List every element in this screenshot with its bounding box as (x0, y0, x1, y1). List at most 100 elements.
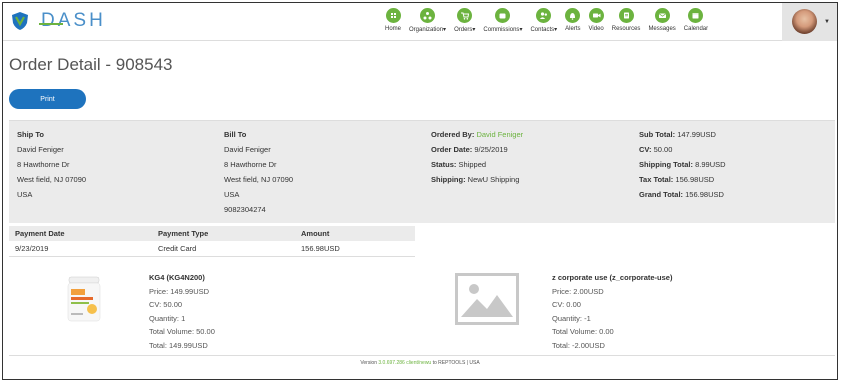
nav-label: Alerts (565, 26, 580, 32)
payment-amount-cell: 156.98USD (295, 241, 415, 257)
user-menu[interactable]: ▼ (782, 3, 837, 41)
ordered-by-label: Ordered By: (431, 130, 475, 139)
nav-label-text: Alerts (565, 26, 581, 32)
brand-accent-stroke (39, 23, 63, 25)
sub-total-label: Sub Total: (639, 130, 676, 139)
shipping-value: NewU Shipping (467, 175, 520, 184)
nav-item-commissions[interactable]: Commissions▾ (483, 8, 522, 38)
tax-total-value: 156.98USD (675, 175, 715, 184)
nav-item-contacts[interactable]: Contacts▾ (530, 8, 557, 38)
product-total-volume: Total Volume: 50.00 (149, 327, 215, 336)
order-date-label: Order Date: (431, 145, 473, 154)
nav-label: Resources (612, 26, 641, 32)
main-nav: Home Organization▾ Orders▾ Commissions▾ Cont… (381, 8, 712, 38)
ordered-by-link[interactable]: David Feniger (476, 130, 523, 139)
bill-to-line: David Feniger (224, 145, 271, 154)
nav-item-resources[interactable]: Resources (612, 8, 641, 38)
app-window: DASH Home Organization▾ Orders▾ Commissions… (2, 2, 838, 380)
bill-to-section: Bill To David Feniger 8 Hawthorne Dr Wes… (224, 127, 293, 217)
page-title: Order Detail - 908543 (9, 55, 173, 74)
nav-label: Home (385, 26, 401, 32)
print-button[interactable]: Print (9, 89, 86, 109)
nav-label-text: Messages (648, 26, 676, 32)
contacts-icon[interactable] (536, 8, 552, 23)
bill-to-line: 8 Hawthorne Dr (224, 160, 277, 169)
nav-item-calendar[interactable]: Calendar (684, 8, 708, 38)
order-info-panel: Ship To David Feniger 8 Hawthorne Dr Wes… (9, 120, 835, 223)
nav-label-text: Organization (409, 27, 444, 33)
sub-total-value: 147.99USD (677, 130, 716, 139)
product-image-kg4[interactable] (65, 275, 103, 325)
chevron-down-icon: ▾ (472, 27, 476, 33)
product-name[interactable]: z corporate use (z_corporate-use) (552, 271, 672, 285)
product-price: Price: 149.99USD (149, 286, 210, 296)
calendar-icon[interactable] (688, 8, 704, 23)
nav-label-text: Home (385, 26, 402, 32)
product-price: Price: 2.00USD (552, 286, 604, 296)
nav-item-organization[interactable]: Organization▾ (409, 8, 446, 38)
orders-icon[interactable] (457, 8, 473, 23)
ship-to-line: 8 Hawthorne Dr (17, 160, 70, 169)
nav-item-home[interactable]: Home (385, 8, 401, 38)
nav-item-alerts[interactable]: Alerts (565, 8, 581, 38)
footer-divider (9, 355, 835, 356)
order-meta-section: Ordered By: David Feniger Order Date: 9/… (431, 127, 523, 187)
nav-label: Contacts▾ (530, 26, 557, 33)
tax-total-label: Tax Total: (639, 175, 674, 184)
nav-item-orders[interactable]: Orders▾ (454, 8, 475, 38)
cv-value: 50.00 (653, 145, 673, 154)
cv-label: CV: (639, 145, 652, 154)
nav-item-video[interactable]: Video (589, 8, 604, 38)
totals-section: Sub Total: 147.99USD CV: 50.00 Shipping … (639, 127, 726, 202)
nav-label-text: Resources (611, 26, 641, 32)
chevron-down-icon: ▾ (554, 27, 558, 33)
column-header: Amount (295, 226, 415, 241)
bill-to-heading: Bill To (224, 130, 247, 139)
nav-label: Messages (648, 26, 675, 32)
bill-to-phone: 9082304274 (224, 205, 266, 214)
image-placeholder-icon[interactable] (455, 273, 519, 325)
commissions-icon[interactable] (495, 8, 511, 23)
nav-label-text: Contacts (530, 27, 555, 33)
nav-label: Calendar (684, 26, 708, 32)
chevron-down-icon: ▾ (443, 27, 447, 33)
footer-version-link[interactable]: 3.0.697.286 client/newu (378, 360, 431, 366)
nav-label: Commissions▾ (483, 26, 522, 33)
organization-icon[interactable] (420, 8, 436, 23)
shipping-total-label: Shipping Total: (639, 160, 694, 169)
nav-label: Organization▾ (409, 26, 446, 33)
nav-label: Orders▾ (454, 26, 475, 33)
home-icon[interactable] (385, 8, 401, 23)
shipping-total-value: 8.99USD (695, 160, 726, 169)
status-value: Shipped (458, 160, 487, 169)
status-label: Status: (431, 160, 457, 169)
envelope-icon[interactable] (654, 8, 670, 23)
payment-date-cell: 9/23/2019 (9, 241, 152, 257)
nav-label-text: Video (588, 26, 604, 32)
product-quantity: Quantity: 1 (149, 313, 186, 323)
footer-version-prefix: Version (360, 360, 379, 366)
resources-icon[interactable] (618, 8, 634, 23)
bill-to-line: West field, NJ 07090 (224, 175, 294, 184)
column-header: Payment Type (152, 226, 295, 241)
chevron-down-icon[interactable]: ▼ (824, 19, 830, 25)
footer: Version 3.0.697.286 client/newu to REPTO… (3, 360, 837, 366)
payment-type-cell: Credit Card (152, 241, 295, 257)
brand-wordmark[interactable]: DASH (41, 10, 106, 32)
product-name[interactable]: KG4 (KG4N200) (149, 271, 215, 285)
shield-logo-icon[interactable] (11, 11, 29, 31)
product-item: z corporate use (z_corporate-use) Price:… (552, 271, 672, 352)
nav-label-text: Commissions (483, 27, 520, 33)
ship-to-section: Ship To David Feniger 8 Hawthorne Dr Wes… (17, 127, 86, 202)
grand-total-value: 156.98USD (685, 190, 724, 199)
product-total: Total: -2.00USD (552, 340, 605, 350)
product-cv: CV: 0.00 (552, 300, 581, 309)
nav-label: Video (589, 26, 604, 32)
ship-to-line: West field, NJ 07090 (17, 175, 87, 184)
bell-icon[interactable] (565, 8, 581, 23)
nav-item-messages[interactable]: Messages (648, 8, 676, 38)
avatar[interactable] (792, 9, 817, 34)
table-header-row: Payment Date Payment Type Amount (9, 226, 415, 241)
video-icon[interactable] (588, 8, 604, 23)
table-row: 9/23/2019 Credit Card 156.98USD (9, 241, 415, 257)
